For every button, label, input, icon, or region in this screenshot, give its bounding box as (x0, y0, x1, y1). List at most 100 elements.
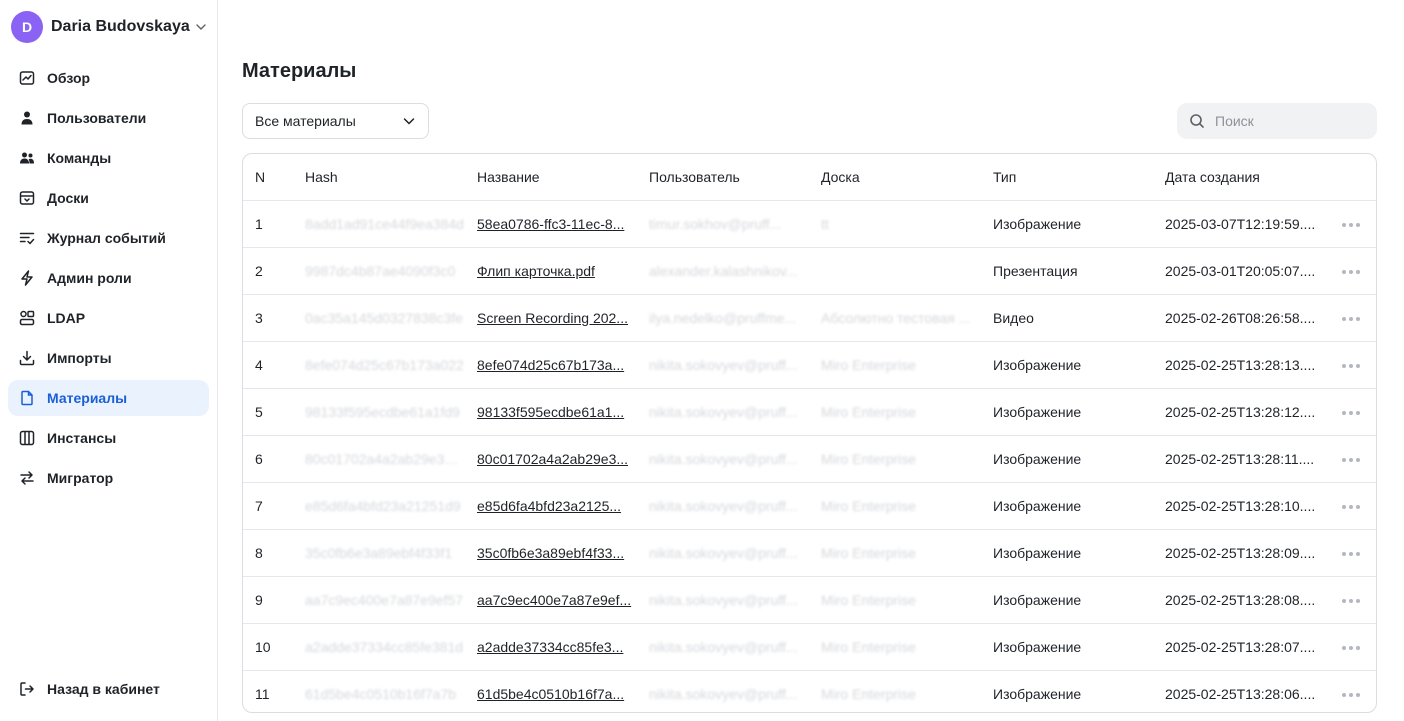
table-row[interactable]: 4 8efe074d25c67b173a022 8efe074d25c67b173a… (243, 341, 1376, 389)
cell-board: Абсолютно тестовая ... (809, 294, 981, 342)
sidebar-item-teams[interactable]: Команды (8, 140, 209, 176)
cell-date: 2025-02-25T13:28:06.... (1165, 685, 1316, 702)
cell-user: timur.sokhov@pruff... (637, 200, 809, 248)
cell-actions (1325, 670, 1376, 712)
cell-name: 58ea0786-ffc3-11ec-8... (465, 200, 637, 248)
materials-table: N Hash Название Пользователь Доска Тип Д… (242, 153, 1377, 713)
column-header-user[interactable]: Пользователь (637, 154, 809, 201)
column-header-date[interactable]: Дата создания (1153, 154, 1325, 201)
user-icon (19, 110, 35, 126)
sidebar-item-overview[interactable]: Обзор (8, 60, 209, 96)
table-row[interactable]: 6 80c01702a4a2ab29e34bc 80c01702a4a2ab29e3… (243, 435, 1376, 483)
more-options-icon[interactable] (1341, 316, 1360, 321)
cell-actions (1325, 200, 1376, 248)
material-name-link[interactable]: 80c01702a4a2ab29e3... (477, 451, 628, 467)
cell-date: 2025-03-01T20:05:07.... (1153, 247, 1325, 295)
material-name-link[interactable]: Screen Recording 202... (477, 310, 628, 326)
more-options-icon[interactable] (1341, 457, 1360, 462)
cell-name: Флип карточка.pdf (465, 247, 637, 295)
column-header-name[interactable]: Название (465, 154, 637, 201)
column-header-hash[interactable]: Hash (293, 154, 465, 201)
cell-name: Screen Recording 202... (465, 294, 637, 342)
column-header-n[interactable]: N (243, 154, 293, 201)
sidebar-item-ldap[interactable]: LDAP (8, 300, 209, 336)
swap-icon (19, 470, 35, 486)
sidebar-item-instances[interactable]: Инстансы (8, 420, 209, 456)
material-name-link[interactable]: 8efe074d25c67b173a... (477, 357, 624, 373)
more-options-icon[interactable] (1341, 269, 1360, 274)
more-options-icon[interactable] (1341, 410, 1360, 415)
material-name-link[interactable]: 98133f595ecdbe61a1... (477, 404, 624, 420)
material-name-link[interactable]: e85d6fa4bfd23a2125... (477, 498, 621, 514)
sidebar-item-label: Мигратор (47, 470, 114, 486)
cell-user: nikita.sokovyev@pruff... (637, 576, 809, 624)
materials-filter-select[interactable]: Все материалы (242, 103, 429, 139)
cell-date: 2025-02-25T13:28:09.... (1153, 529, 1325, 577)
cell-n: 1 (243, 200, 293, 248)
page-title: Материалы (242, 60, 357, 82)
material-name-link[interactable]: aa7c9ec400e7a87e9ef... (477, 592, 631, 608)
more-options-icon[interactable] (1341, 645, 1360, 650)
table-row[interactable]: 3 0ac35a145d0327838c3fe Screen Recording 2… (243, 294, 1376, 342)
sidebar-item-label: Команды (47, 150, 112, 166)
search-box (1177, 103, 1377, 139)
more-options-icon[interactable] (1341, 222, 1360, 227)
table-row[interactable]: 8 35c0fb6e3a89ebf4f33f1 35c0fb6e3a89ebf4f3… (243, 529, 1376, 577)
table-row[interactable]: 9 aa7c9ec400e7a87e9ef57 aa7c9ec400e7a87e9e… (243, 576, 1376, 624)
sidebar-item-users[interactable]: Пользователи (8, 100, 209, 136)
cell-hash: aa7c9ec400e7a87e9ef57 (293, 576, 465, 624)
sidebar-nav: Обзор Пользователи Команды Доски Журнал … (0, 60, 217, 496)
cell-date: 2025-02-25T13:28:07.... (1153, 623, 1325, 671)
cell-hash: 0ac35a145d0327838c3fe (293, 294, 465, 342)
sidebar-item-event-log[interactable]: Журнал событий (8, 220, 209, 256)
material-name-link[interactable]: 61d5be4c0510b16f7a... (477, 686, 624, 702)
sidebar-item-materials[interactable]: Материалы (8, 380, 209, 416)
more-options-icon[interactable] (1341, 693, 1360, 698)
sidebar-item-migrator[interactable]: Мигратор (8, 460, 209, 496)
cell-type: Презентация (981, 247, 1153, 295)
material-name-link[interactable]: 58ea0786-ffc3-11ec-8... (477, 216, 624, 232)
more-options-icon[interactable] (1341, 363, 1360, 368)
cell-type: Изображение (981, 341, 1153, 389)
more-options-icon[interactable] (1341, 551, 1360, 556)
sidebar-item-admin-roles[interactable]: Админ роли (8, 260, 209, 296)
toolbar: Все материалы (242, 103, 1377, 139)
cell-type: Изображение (981, 576, 1153, 624)
cell-type: Изображение (981, 435, 1153, 483)
column-header-board[interactable]: Доска (809, 154, 981, 201)
cell-hash: e85d6fa4bfd23a21251d9 (293, 482, 465, 530)
cell-hash: 98133f595ecdbe61a1fd9 (293, 388, 465, 436)
material-name-link[interactable]: Флип карточка.pdf (477, 263, 595, 279)
cell-name: aa7c9ec400e7a87e9ef... (465, 576, 637, 624)
search-input[interactable] (1215, 113, 1365, 129)
file-icon (19, 390, 35, 406)
cell-n: 11 (255, 685, 270, 702)
back-to-cabinet-button[interactable]: Назад в кабинет (8, 671, 209, 707)
table-row[interactable]: 1 8add1ad91ce44f9ea384d 58ea0786-ffc3-11ec… (243, 200, 1376, 248)
chart-icon (19, 70, 35, 86)
more-options-icon[interactable] (1341, 504, 1360, 509)
cell-user: nikita.sokovyev@pruff... (637, 435, 809, 483)
table-row[interactable]: 5 98133f595ecdbe61a1fd9 98133f595ecdbe61a1… (243, 388, 1376, 436)
sidebar-item-imports[interactable]: Импорты (8, 340, 209, 376)
cell-user: nikita.sokovyev@pruff... (637, 482, 809, 530)
account-switcher[interactable]: D Daria Budovskaya (0, 0, 217, 54)
table-body: 1 8add1ad91ce44f9ea384d 58ea0786-ffc3-11ec… (243, 200, 1376, 712)
table-row[interactable]: 10 a2adde37334cc85fe381d a2adde37334cc85fe… (243, 623, 1376, 671)
cell-user: nikita.sokovyev@pruff... (637, 529, 809, 577)
column-header-type[interactable]: Тип (981, 154, 1153, 201)
cell-hash: 35c0fb6e3a89ebf4f33f1 (293, 529, 465, 577)
table-row[interactable]: 7 e85d6fa4bfd23a21251d9 e85d6fa4bfd23a2125… (243, 482, 1376, 530)
table-row[interactable]: 2 9987dc4b87ae4090f3c0 Флип карточка.pdf al… (243, 247, 1376, 295)
cell-date: 2025-02-26T08:26:58.... (1153, 294, 1325, 342)
sidebar-item-boards[interactable]: Доски (8, 180, 209, 216)
more-options-icon[interactable] (1341, 598, 1360, 603)
cell-user: ilya.nedelko@pruffme... (637, 294, 809, 342)
cell-n: 8 (243, 529, 293, 577)
table-row[interactable]: 11 61d5be4c0510b16f7a7b 61d5be4c0510b16f7a… (243, 670, 1376, 712)
material-name-link[interactable]: 35c0fb6e3a89ebf4f33... (477, 545, 624, 561)
sidebar-item-label: Материалы (47, 390, 128, 406)
material-name-link[interactable]: a2adde37334cc85fe3... (477, 639, 623, 655)
cell-n: 2 (243, 247, 293, 295)
filter-selected-value: Все материалы (255, 113, 356, 129)
